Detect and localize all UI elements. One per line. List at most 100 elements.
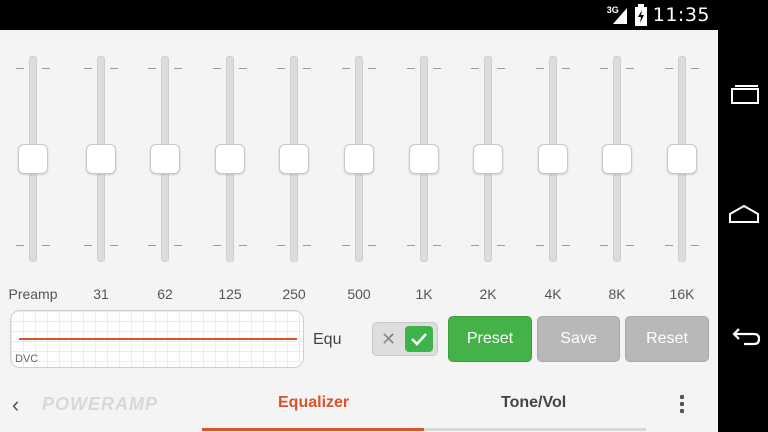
preset-button[interactable]: Preset — [448, 316, 532, 362]
signal-icon: 3G — [606, 4, 629, 26]
slider-thumb[interactable] — [18, 144, 48, 174]
recent-apps-icon[interactable] — [726, 80, 762, 110]
slider-tick — [110, 68, 118, 69]
eq-slider[interactable] — [592, 52, 642, 264]
slider-tick — [433, 245, 441, 246]
eq-slider[interactable] — [334, 52, 384, 264]
eq-slider[interactable] — [76, 52, 126, 264]
slider-thumb[interactable] — [538, 144, 568, 174]
slider-thumb[interactable] — [409, 144, 439, 174]
slider-thumb[interactable] — [667, 144, 697, 174]
eq-slider[interactable] — [463, 52, 513, 264]
poweramp-logo: POWERAMP — [42, 394, 158, 414]
tab-bar: ‹ POWERAMP Equalizer Tone/Vol — [0, 382, 718, 432]
tab-tone-vol[interactable]: Tone/Vol — [501, 394, 566, 412]
eq-curve — [19, 338, 297, 340]
slider-thumb[interactable] — [279, 144, 309, 174]
slider-tick — [303, 245, 311, 246]
slider-tick — [368, 245, 376, 246]
equalizer-screen: Preamp 31 62 125 250 500 1K 2K 4K 8K 16K DVC Equ ✕… — [0, 30, 718, 432]
slider-tick — [626, 245, 634, 246]
eq-slider[interactable] — [657, 52, 707, 264]
slider-tick — [110, 245, 118, 246]
slider-tick — [407, 245, 415, 246]
slider-tick — [84, 245, 92, 246]
equ-toggle[interactable]: ✕ — [372, 322, 438, 356]
eq-band-label: 16K — [669, 286, 695, 302]
reset-button[interactable]: Reset — [625, 316, 709, 362]
eq-band-label: 1K — [415, 286, 433, 302]
slider-tick — [600, 245, 608, 246]
slider-tick — [626, 68, 634, 69]
slider-thumb[interactable] — [215, 144, 245, 174]
slider-tick — [239, 245, 247, 246]
slider-tick — [277, 245, 285, 246]
slider-tick — [42, 245, 50, 246]
slider-tick — [148, 68, 156, 69]
slider-tick — [497, 68, 505, 69]
slider-tick — [536, 68, 544, 69]
slider-thumb[interactable] — [473, 144, 503, 174]
slider-tick — [239, 68, 247, 69]
slider-tick — [84, 68, 92, 69]
back-icon[interactable] — [726, 320, 762, 350]
slider-tick — [213, 68, 221, 69]
eq-slider[interactable] — [140, 52, 190, 264]
eq-slider[interactable] — [528, 52, 578, 264]
slider-tick — [42, 68, 50, 69]
slider-tick — [497, 245, 505, 246]
eq-band-label: 8K — [608, 286, 626, 302]
equ-label: Equ — [313, 331, 342, 348]
overflow-menu-icon[interactable] — [676, 392, 688, 416]
slider-tick — [536, 245, 544, 246]
eq-band-label: 2K — [479, 286, 497, 302]
tab-equalizer[interactable]: Equalizer — [278, 394, 349, 412]
slider-tick — [303, 68, 311, 69]
slider-tick — [665, 68, 673, 69]
slider-tick — [174, 68, 182, 69]
slider-tick — [148, 245, 156, 246]
slider-tick — [16, 68, 24, 69]
slider-tick — [691, 68, 699, 69]
status-clock: 11:35 — [652, 4, 710, 26]
close-icon: ✕ — [381, 329, 397, 349]
slider-tick — [562, 245, 570, 246]
slider-tick — [665, 245, 673, 246]
slider-thumb[interactable] — [86, 144, 116, 174]
eq-band-label: 125 — [218, 286, 242, 302]
slider-tick — [342, 68, 350, 69]
status-bar: 3G 11:35 — [0, 0, 718, 30]
slider-tick — [433, 68, 441, 69]
slider-thumb[interactable] — [602, 144, 632, 174]
network-type: 3G — [606, 5, 619, 15]
home-icon[interactable] — [726, 200, 762, 230]
eq-band-label: 4K — [544, 286, 562, 302]
slider-tick — [407, 68, 415, 69]
eq-band-label: Preamp — [8, 286, 58, 302]
slider-tick — [174, 245, 182, 246]
eq-band-label: 500 — [347, 286, 371, 302]
slider-tick — [342, 245, 350, 246]
slider-thumb[interactable] — [150, 144, 180, 174]
eq-slider[interactable] — [399, 52, 449, 264]
slider-tick — [600, 68, 608, 69]
dvc-graph[interactable]: DVC — [10, 310, 304, 368]
slider-tick — [16, 245, 24, 246]
checkmark-icon — [405, 326, 433, 352]
slider-tick — [213, 245, 221, 246]
slider-tick — [691, 245, 699, 246]
eq-band-label: 62 — [157, 286, 173, 302]
chevron-left-icon[interactable]: ‹ — [12, 392, 19, 418]
tab-indicator — [202, 428, 424, 431]
slider-tick — [277, 68, 285, 69]
nav-bar — [718, 0, 768, 432]
eq-slider[interactable] — [269, 52, 319, 264]
eq-slider[interactable] — [8, 52, 58, 264]
slider-tick — [471, 245, 479, 246]
slider-tick — [368, 68, 376, 69]
slider-tick — [562, 68, 570, 69]
slider-thumb[interactable] — [344, 144, 374, 174]
battery-icon — [634, 4, 647, 26]
eq-slider[interactable] — [205, 52, 255, 264]
save-button[interactable]: Save — [537, 316, 620, 362]
